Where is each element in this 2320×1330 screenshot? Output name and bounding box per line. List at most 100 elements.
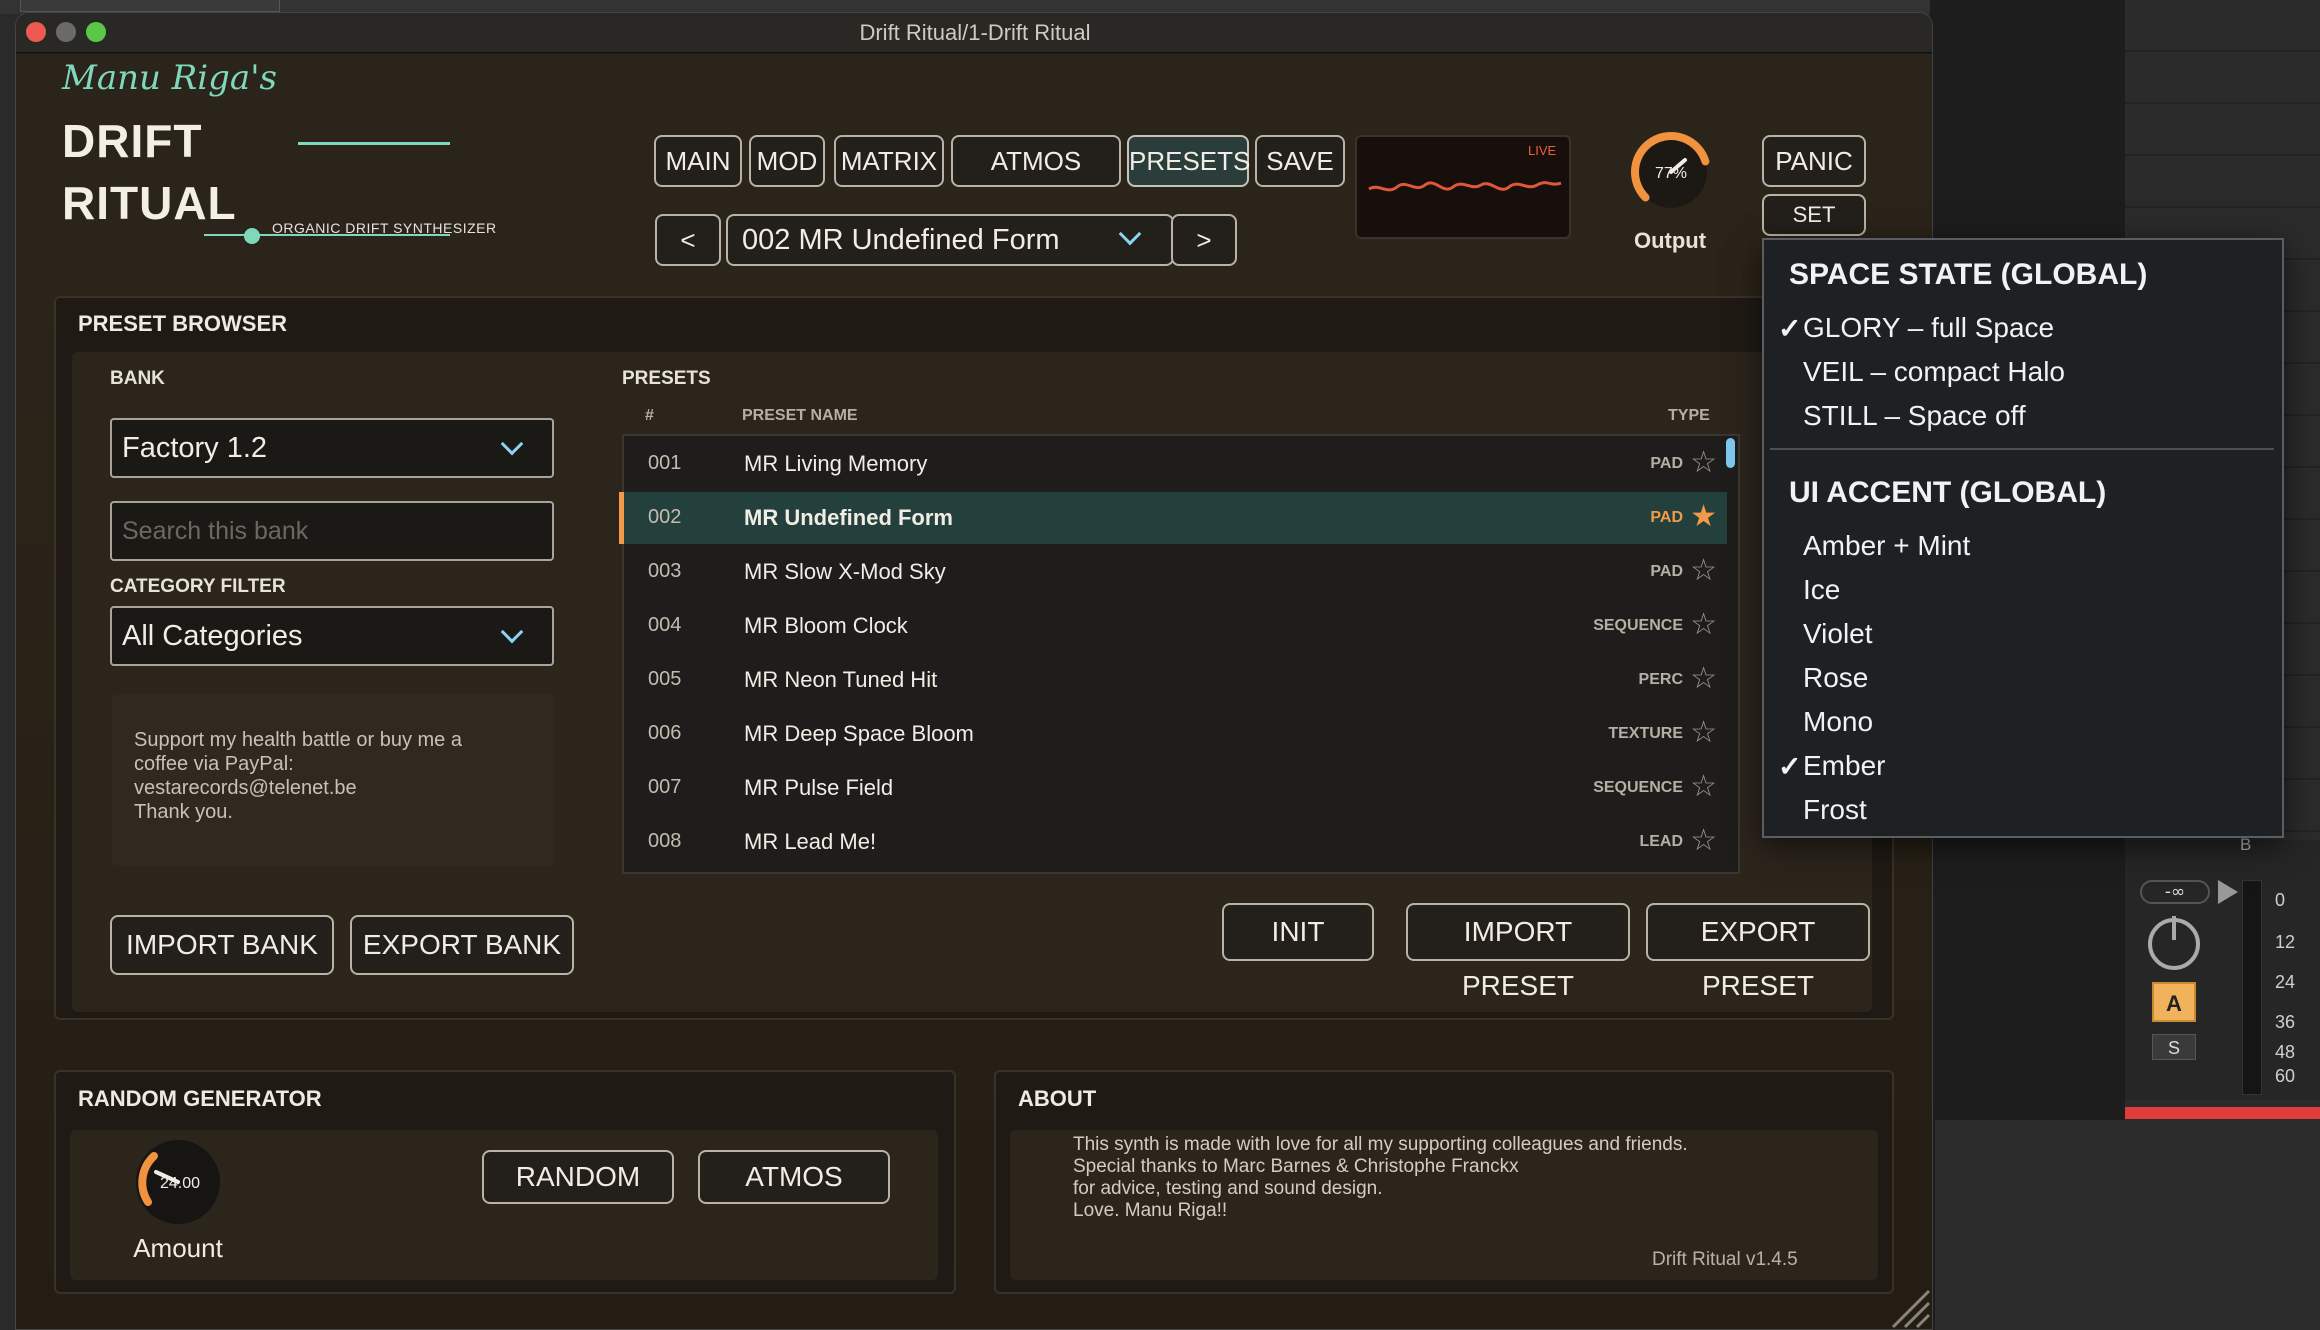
logo-title: DRIFT RITUAL <box>62 110 237 234</box>
set-button[interactable]: SET <box>1762 194 1866 236</box>
import-bank-button[interactable]: IMPORT BANK <box>110 915 334 975</box>
menu-separator <box>1770 448 2274 450</box>
init-button[interactable]: INIT <box>1222 903 1374 961</box>
tab-main[interactable]: MAIN <box>654 135 742 187</box>
menu-item-ui-accent[interactable]: Rose <box>1803 662 1868 694</box>
host-red-bar <box>2125 1107 2320 1119</box>
meter-scale-label: 36 <box>2275 1012 2296 1032</box>
menu-item-space-state[interactable]: STILL – Space off <box>1803 400 2026 432</box>
star-outline-icon[interactable]: ☆ <box>1690 448 1717 478</box>
star-outline-icon[interactable]: ☆ <box>1690 772 1717 802</box>
preset-row[interactable]: 003 MR Slow X-Mod Sky PAD ☆ <box>623 546 1727 598</box>
about-title: ABOUT <box>1018 1086 1097 1111</box>
menu-item-space-state[interactable]: GLORY – full Space <box>1803 312 2054 344</box>
mixer-pan-knob[interactable] <box>2148 916 2200 970</box>
preset-number: 004 <box>648 614 682 636</box>
menu-item-ui-accent[interactable]: Ice <box>1803 574 1840 606</box>
panic-button[interactable]: PANIC <box>1762 135 1866 187</box>
preset-type: SEQUENCE <box>1593 779 1683 796</box>
host-tab[interactable] <box>20 0 280 12</box>
random-button[interactable]: RANDOM <box>482 1150 674 1204</box>
search-input[interactable] <box>110 501 554 561</box>
bank-dropdown[interactable]: Factory 1.2 <box>110 418 554 478</box>
star-filled-icon[interactable]: ★ <box>1690 502 1717 532</box>
menu-header-ui-accent: UI ACCENT (GLOBAL) <box>1789 476 2107 509</box>
preset-name: MR Living Memory <box>744 451 928 476</box>
mixer-b-label: B <box>2240 835 2252 854</box>
window-title: Drift Ritual/1-Drift Ritual <box>859 20 1091 45</box>
tab-presets[interactable]: PRESETS <box>1127 135 1250 187</box>
menu-item-ui-accent[interactable]: Amber + Mint <box>1803 530 1970 562</box>
amount-knob[interactable]: 24.00 <box>128 1132 228 1232</box>
tab-mod[interactable]: MOD <box>749 135 825 187</box>
menu-item-ui-accent[interactable]: Ember <box>1803 750 1885 782</box>
logo-line-1: DRIFT <box>62 115 203 167</box>
preset-row[interactable]: 008 MR Lead Me! LEAD ☆ <box>623 816 1727 868</box>
logo-subtitle: ORGANIC DRIFT SYNTHESIZER <box>272 220 497 236</box>
meter-scale-label: 24 <box>2275 972 2296 992</box>
export-preset-button[interactable]: EXPORT PRESET <box>1646 903 1870 1001</box>
menu-item-ui-accent[interactable]: Violet <box>1803 618 1873 650</box>
atmos-random-button[interactable]: ATMOS <box>698 1150 890 1204</box>
preset-type: PAD <box>1650 563 1683 580</box>
next-preset-button[interactable]: > <box>1171 214 1237 266</box>
star-outline-icon[interactable]: ☆ <box>1690 718 1717 748</box>
preset-name: MR Pulse Field <box>744 775 894 800</box>
menu-header-space-state: SPACE STATE (GLOBAL) <box>1789 258 2148 291</box>
star-outline-icon[interactable]: ☆ <box>1690 826 1717 856</box>
mixer-solo-button[interactable]: S <box>2152 1034 2196 1060</box>
save-button[interactable]: SAVE <box>1255 135 1345 187</box>
preset-dropdown[interactable]: 002 MR Undefined Form <box>726 214 1174 266</box>
logo-accent-line <box>298 142 450 145</box>
menu-item-space-state[interactable]: VEIL – compact Halo <box>1803 356 2065 388</box>
preset-number: 001 <box>648 452 682 474</box>
random-generator-title: RANDOM GENERATOR <box>78 1086 322 1111</box>
preset-row[interactable]: 004 MR Bloom Clock SEQUENCE ☆ <box>623 600 1727 652</box>
logo-line-2: RITUAL <box>62 177 237 229</box>
tab-atmos[interactable]: ATMOS <box>951 135 1121 187</box>
bank-label: BANK <box>110 368 165 389</box>
preset-row[interactable]: 001 MR Living Memory PAD ☆ <box>623 438 1727 490</box>
star-outline-icon[interactable]: ☆ <box>1690 664 1717 694</box>
preset-number: 003 <box>648 560 682 582</box>
preset-row[interactable]: 005 MR Neon Tuned Hit PERC ☆ <box>623 654 1727 706</box>
preset-type: PERC <box>1638 671 1683 688</box>
search-input-field[interactable] <box>122 503 552 559</box>
checkmark-icon: ✓ <box>1778 751 1802 782</box>
star-outline-icon[interactable]: ☆ <box>1690 556 1717 586</box>
preset-row[interactable]: 007 MR Pulse Field SEQUENCE ☆ <box>623 762 1727 814</box>
preset-number: 006 <box>648 722 682 744</box>
category-dropdown[interactable]: All Categories <box>110 606 554 666</box>
preset-type: PAD <box>1650 455 1683 472</box>
mixer-play-icon[interactable] <box>2218 880 2238 904</box>
chevron-down-icon <box>500 432 524 456</box>
star-outline-icon[interactable]: ☆ <box>1690 610 1717 640</box>
import-preset-button[interactable]: IMPORT PRESET <box>1406 903 1630 1001</box>
version-label: Drift Ritual v1.4.5 <box>1652 1249 1798 1270</box>
preset-list-scrollbar[interactable] <box>1726 438 1735 468</box>
preset-row[interactable]: 002 MR Undefined Form PAD ★ <box>619 492 1727 544</box>
checkmark-icon: ✓ <box>1778 313 1802 344</box>
output-knob[interactable]: 77% <box>1625 126 1717 218</box>
preset-row[interactable]: 006 MR Deep Space Bloom TEXTURE ☆ <box>623 708 1727 760</box>
meter-scale-label: 60 <box>2275 1066 2296 1086</box>
export-bank-button[interactable]: EXPORT BANK <box>350 915 574 975</box>
column-header-number: # <box>645 407 654 424</box>
amount-label: Amount <box>133 1233 223 1263</box>
column-header-name: PRESET NAME <box>742 407 858 424</box>
presets-label: PRESETS <box>622 368 711 389</box>
menu-item-ui-accent[interactable]: Frost <box>1803 794 1867 826</box>
menu-item-ui-accent[interactable]: Mono <box>1803 706 1873 738</box>
category-filter-label: CATEGORY FILTER <box>110 576 286 597</box>
preset-number: 008 <box>648 830 682 852</box>
prev-preset-button[interactable]: < <box>655 214 721 266</box>
mixer-level-meter[interactable] <box>2242 880 2262 1095</box>
title-bar[interactable]: Drift Ritual/1-Drift Ritual <box>16 13 1932 53</box>
resize-grip-icon[interactable] <box>1885 1285 1933 1330</box>
preset-type: TEXTURE <box>1608 725 1683 742</box>
mixer-a-button[interactable]: A <box>2152 982 2196 1022</box>
tab-matrix[interactable]: MATRIX <box>834 135 944 187</box>
preset-number: 007 <box>648 776 682 798</box>
mixer-inf-readout[interactable]: -∞ <box>2140 880 2210 904</box>
preset-dropdown-value: 002 MR Undefined Form <box>742 224 1060 256</box>
